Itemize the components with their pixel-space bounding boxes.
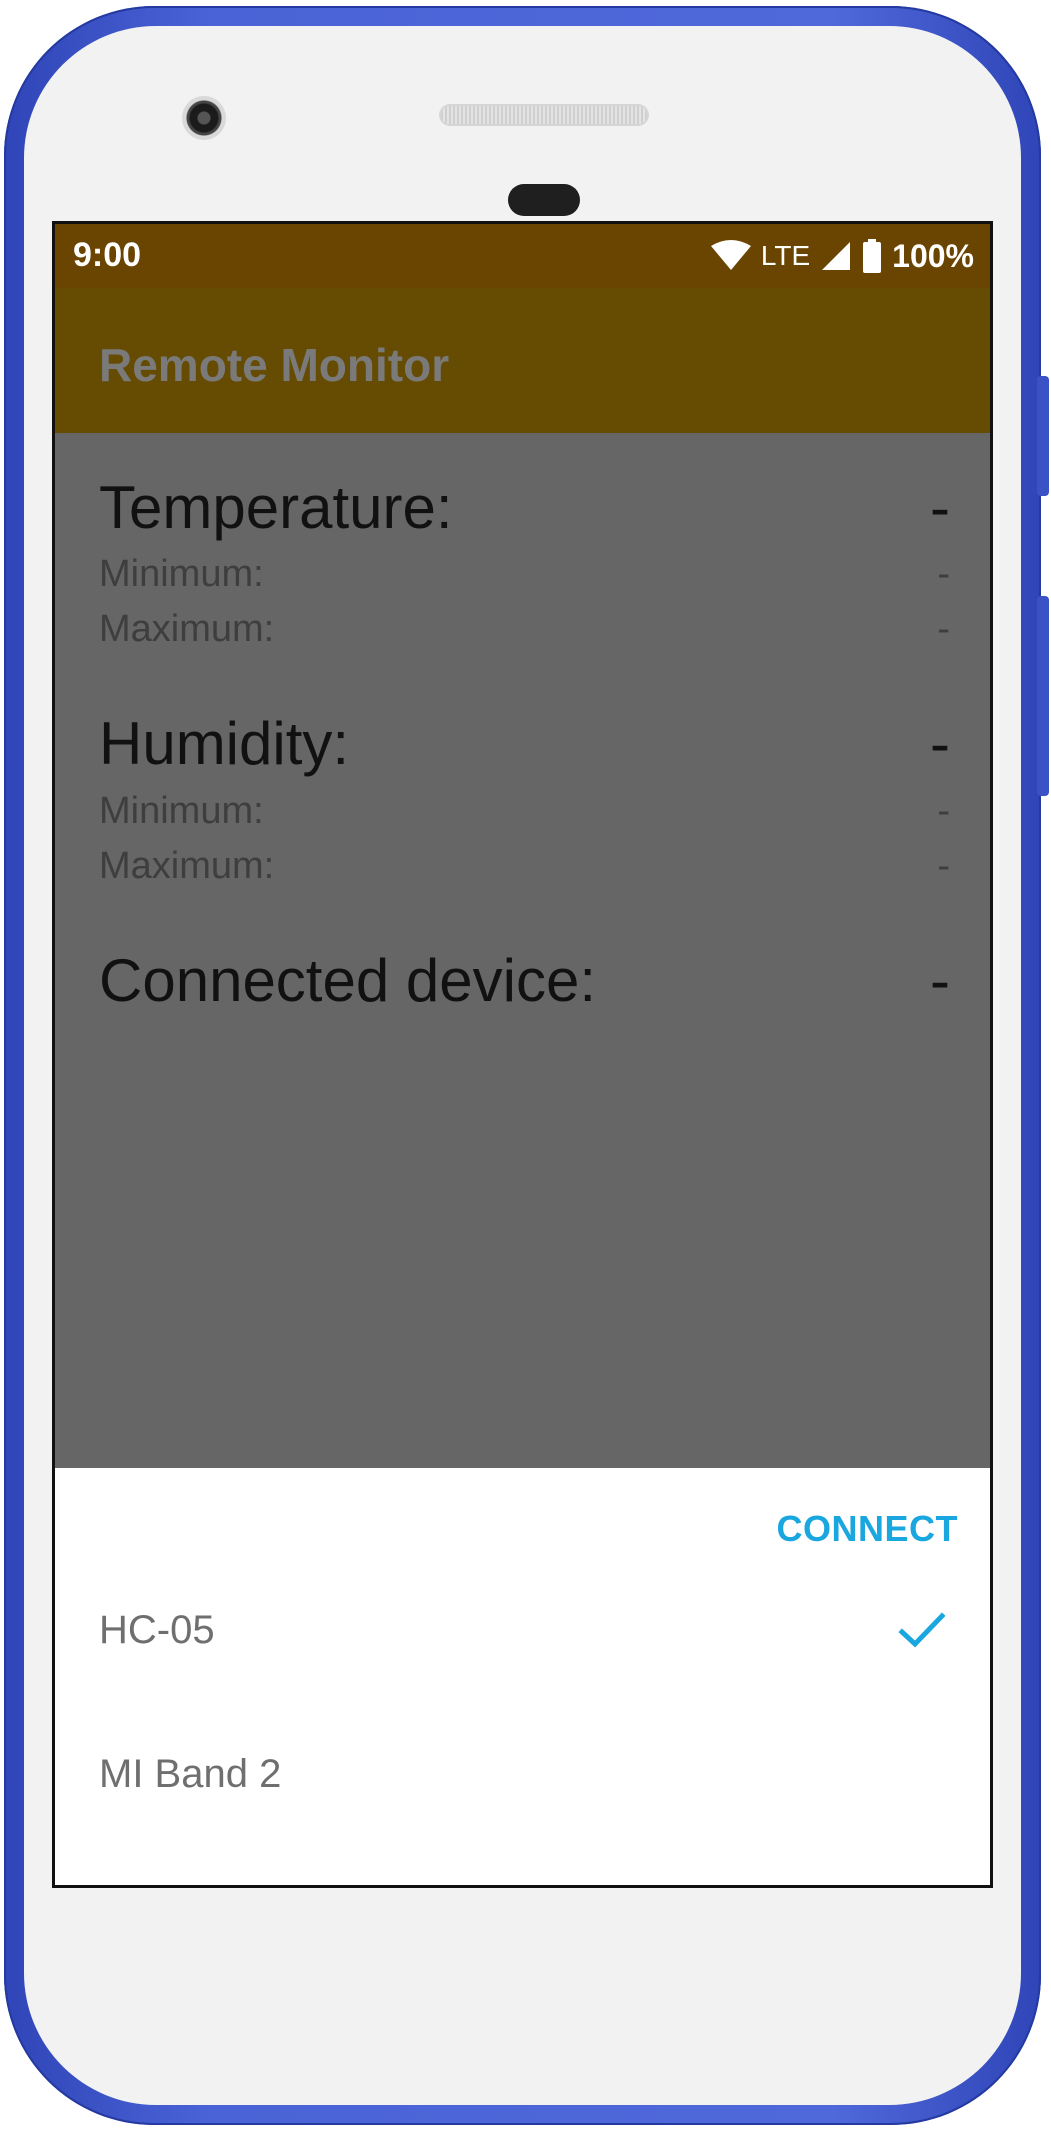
front-camera-icon bbox=[182, 96, 226, 140]
signal-icon bbox=[822, 242, 851, 270]
humidity-min-row: Minimum: - bbox=[99, 790, 950, 833]
humidity-max-row: Maximum: - bbox=[99, 845, 950, 888]
status-time: 9:00 bbox=[73, 236, 142, 274]
temperature-row: Temperature: - bbox=[99, 473, 950, 542]
earpiece-speaker bbox=[441, 106, 647, 124]
wifi-icon bbox=[710, 240, 751, 270]
humidity-max-value: - bbox=[937, 845, 950, 887]
device-option-label: MI Band 2 bbox=[99, 1752, 282, 1796]
temperature-min-label: Minimum: bbox=[99, 553, 264, 595]
temperature-label: Temperature: bbox=[99, 474, 453, 541]
status-bar: 9:00 LTE 100% bbox=[55, 224, 990, 288]
humidity-min-label: Minimum: bbox=[99, 790, 264, 832]
battery-icon bbox=[863, 239, 882, 273]
battery-percent: 100% bbox=[892, 237, 974, 274]
connect-button[interactable]: CONNECT bbox=[777, 1508, 959, 1550]
device-picker-sheet: CONNECT HC-05 MI Band 2 bbox=[55, 1468, 990, 1885]
humidity-label: Humidity: bbox=[99, 710, 350, 777]
temperature-min-value: - bbox=[937, 553, 950, 595]
temperature-max-value: - bbox=[937, 608, 950, 650]
app-bar: Remote Monitor bbox=[55, 288, 990, 433]
humidity-value: - bbox=[930, 710, 950, 777]
device-option-mi-band-2[interactable]: MI Band 2 bbox=[55, 1712, 990, 1842]
temperature-min-row: Minimum: - bbox=[99, 553, 950, 596]
app-title: Remote Monitor bbox=[99, 339, 450, 391]
humidity-row: Humidity: - bbox=[99, 709, 950, 778]
power-button bbox=[1037, 376, 1049, 496]
humidity-max-label: Maximum: bbox=[99, 845, 275, 887]
phone-screen: 9:00 LTE 100% Remote Monitor Temperature… bbox=[52, 221, 993, 1888]
temperature-max-label: Maximum: bbox=[99, 608, 275, 650]
proximity-sensor bbox=[508, 184, 580, 216]
connected-device-label: Connected device: bbox=[99, 947, 596, 1014]
humidity-min-value: - bbox=[937, 790, 950, 832]
connected-device-row: Connected device: - bbox=[99, 946, 950, 1015]
volume-button bbox=[1037, 596, 1049, 796]
network-type: LTE bbox=[760, 240, 811, 271]
temperature-max-row: Maximum: - bbox=[99, 608, 950, 651]
checkmark-icon bbox=[898, 1612, 946, 1648]
temperature-value: - bbox=[930, 474, 950, 541]
device-option-hc05[interactable]: HC-05 bbox=[55, 1568, 990, 1698]
device-option-label: HC-05 bbox=[99, 1608, 215, 1652]
connected-device-value: - bbox=[930, 947, 950, 1014]
status-icons: LTE 100% bbox=[710, 234, 974, 278]
